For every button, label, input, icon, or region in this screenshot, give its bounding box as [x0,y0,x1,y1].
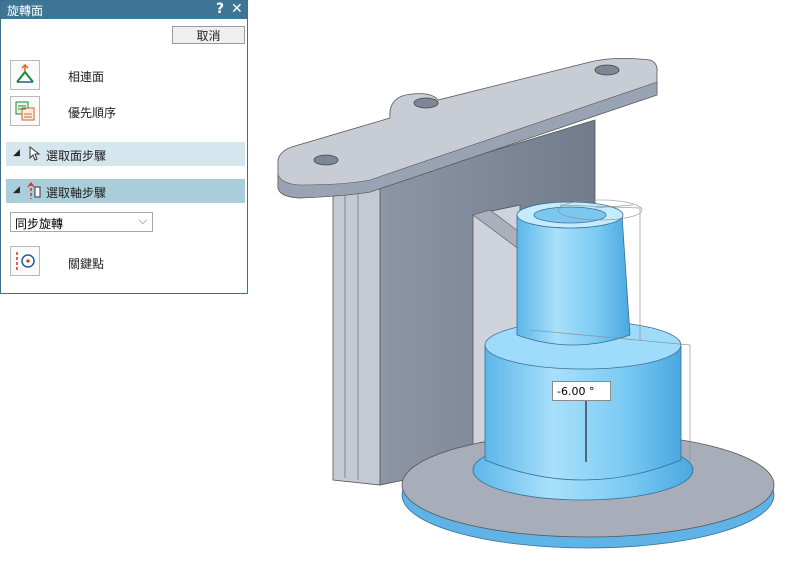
select-face-icon [29,145,41,161]
adjacent-faces-icon [16,64,34,83]
chevron-down-icon: ⌵ [138,214,147,227]
command-panel: 旋轉面 ? ✕ 取消 相連面 優先順序 ◢ 選取面步驟 ◢ 選取軸步驟 同步旋轉… [0,0,248,294]
keypoint-button[interactable] [10,246,40,276]
hole-left [313,154,339,166]
plate-edge [332,184,381,486]
adjacent-faces-button[interactable] [10,60,40,90]
section-select-face[interactable]: ◢ 選取面步驟 [6,142,245,166]
cancel-button[interactable]: 取消 [172,26,245,44]
close-icon[interactable]: ✕ [231,1,243,17]
section-select-axis[interactable]: ◢ 選取軸步驟 [6,179,245,203]
panel-titlebar: 旋轉面 ? ✕ [1,1,247,19]
upper-cylinder [516,214,631,346]
priority-button[interactable] [10,96,40,126]
section-select-face-label: 選取面步驟 [46,149,107,163]
angle-value-input[interactable]: -6.00 ° [552,381,611,401]
keypoint-icon [16,252,35,270]
rotate-mode-select[interactable]: 同步旋轉 ⌵ [10,212,153,232]
adjacent-faces-label: 相連面 [68,70,105,84]
question-icon[interactable]: ? [216,1,224,17]
hole-middle [413,97,439,109]
priority-label: 優先順序 [68,106,117,120]
panel-title: 旋轉面 [7,4,44,18]
hole-right [594,64,620,76]
priority-icon [15,101,35,121]
select-axis-icon [27,182,41,199]
rotate-mode-value: 同步旋轉 [15,217,64,231]
collapse-arrow-icon[interactable]: ◢ [13,185,20,195]
section-select-axis-label: 選取軸步驟 [46,186,107,200]
collapse-arrow-icon[interactable]: ◢ [13,148,20,158]
angle-value-text: -6.00 ° [557,385,595,398]
keypoint-label: 關鍵點 [68,257,105,271]
